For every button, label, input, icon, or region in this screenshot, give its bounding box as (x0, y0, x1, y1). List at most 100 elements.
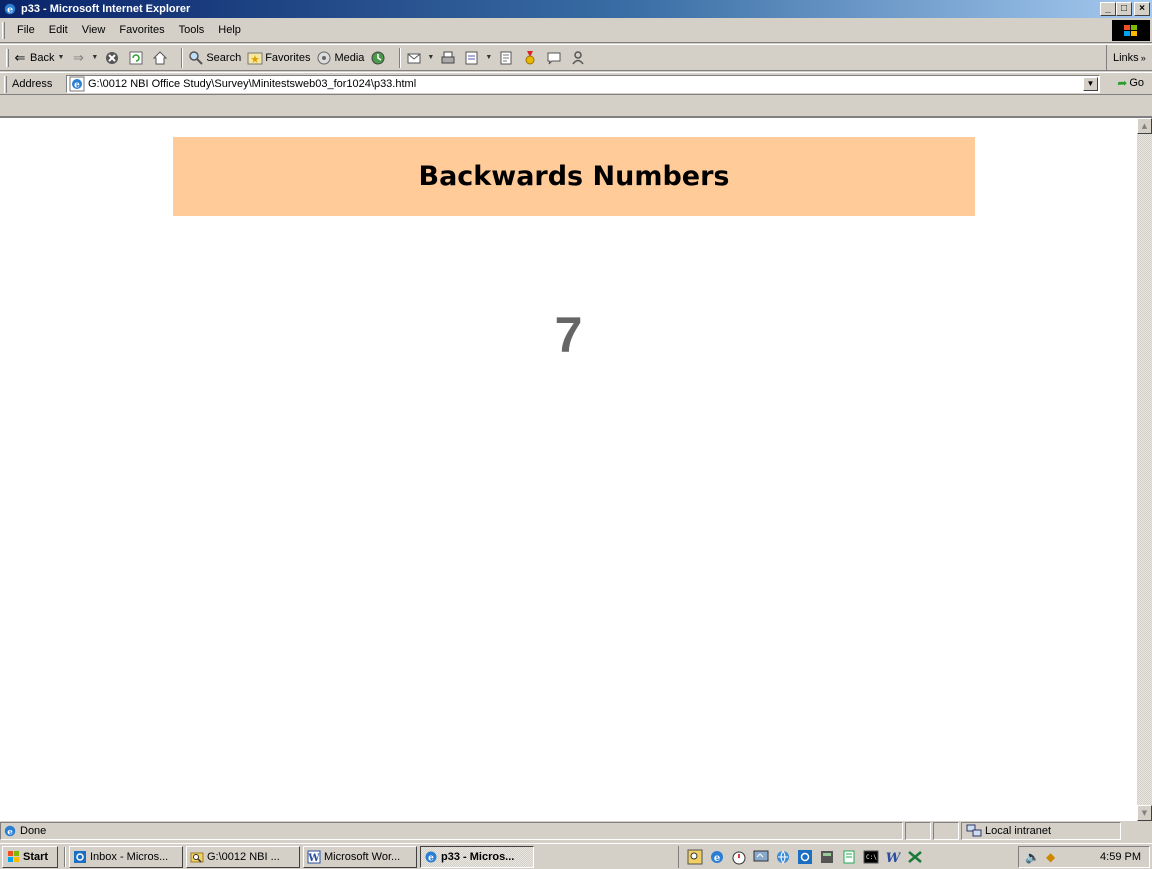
page-heading: Backwards Numbers (418, 161, 730, 192)
medal-icon (525, 50, 535, 64)
desktop-icon[interactable] (753, 849, 769, 865)
task-ie-p33[interactable]: e p33 - Micros... (420, 845, 534, 868)
taskbar-separator (64, 846, 66, 867)
menu-file[interactable]: File (10, 24, 42, 36)
back-button[interactable]: ⇐ Back ▼ (12, 50, 65, 66)
task-explorer-search[interactable]: G:\0012 NBI ... (186, 845, 300, 868)
chevron-right-icon[interactable]: » (1141, 53, 1146, 63)
ie-icon: e (4, 3, 16, 16)
home-icon (153, 50, 168, 64)
menu-tools[interactable]: Tools (172, 24, 212, 36)
taskbar: Start Inbox - Micros... G:\0012 NBI ... … (0, 843, 1152, 869)
windows-logo-icon (1112, 20, 1150, 41)
person-icon (572, 50, 584, 64)
stop-button[interactable] (104, 50, 122, 66)
svg-text:W: W (307, 853, 320, 864)
history-icon (371, 51, 385, 64)
task-label: p33 - Micros... (441, 850, 515, 863)
refresh-icon (129, 51, 143, 64)
discuss-button[interactable] (498, 50, 516, 66)
history-button[interactable] (370, 50, 388, 66)
quick-launch: e C:\ W (678, 846, 923, 868)
address-url[interactable]: G:\0012 NBI Office Study\Survey\Minitest… (88, 78, 416, 90)
address-label: Address (12, 77, 53, 90)
mail-icon (407, 53, 421, 63)
menu-help[interactable]: Help (211, 24, 248, 36)
toolbar-grip[interactable] (6, 49, 9, 67)
edit-button[interactable]: ▼ (464, 50, 492, 66)
task-label: Microsoft Wor... (324, 850, 401, 863)
contacts-button[interactable] (570, 50, 588, 66)
media-icon (317, 51, 331, 64)
forward-button[interactable]: ⇒ ▼ (70, 50, 98, 66)
print-button[interactable] (440, 50, 458, 66)
links-toolbar[interactable]: Links » (1106, 45, 1152, 71)
messenger-button[interactable] (546, 50, 564, 66)
mail-button[interactable]: ▼ (406, 50, 434, 66)
scroll-down-icon[interactable]: ▼ (1137, 805, 1152, 821)
favorites-label: Favorites (265, 51, 311, 64)
status-text-area: e Done (0, 822, 903, 840)
menu-edit[interactable]: Edit (42, 24, 75, 36)
edit-page-icon (465, 51, 478, 64)
calculator-icon[interactable] (819, 849, 835, 865)
favorites-button[interactable]: Favorites (247, 50, 310, 66)
intranet-icon (966, 824, 982, 837)
address-input[interactable]: e G:\0012 NBI Office Study\Survey\Minite… (66, 75, 1100, 93)
go-button[interactable]: ➦ Go (1117, 76, 1144, 90)
print-icon (441, 51, 455, 63)
status-bar: e Done Local intranet (0, 821, 1152, 841)
zone-label: Local intranet (985, 825, 1052, 837)
volume-icon[interactable]: 🔈 (1025, 850, 1040, 864)
toolbar-separator (181, 47, 184, 68)
maximize-button[interactable]: □ (1116, 2, 1132, 16)
chevron-down-icon[interactable]: ▼ (485, 54, 492, 61)
menubar-grip[interactable] (2, 22, 5, 39)
search-button[interactable]: Search (188, 50, 241, 66)
displayed-number: 7 (554, 307, 583, 363)
home-button[interactable] (152, 50, 170, 66)
stop-icon (106, 51, 119, 64)
tray-app-icon[interactable]: ◆ (1046, 850, 1055, 864)
excel-icon[interactable] (907, 849, 923, 865)
scroll-up-icon[interactable]: ▲ (1137, 118, 1152, 134)
task-inbox[interactable]: Inbox - Micros... (69, 845, 183, 868)
addressbar-grip[interactable] (4, 76, 7, 93)
menu-favorites[interactable]: Favorites (112, 24, 171, 36)
notepad-icon[interactable] (841, 849, 857, 865)
address-dropdown-icon[interactable]: ▼ (1083, 77, 1098, 91)
address-bar: Address e G:\0012 NBI Office Study\Surve… (0, 72, 1152, 95)
command-prompt-icon[interactable]: C:\ (863, 849, 879, 865)
research-button[interactable] (522, 50, 540, 66)
outlook-icon (74, 850, 86, 863)
search-icon[interactable] (687, 849, 703, 865)
svg-text:e: e (428, 853, 434, 863)
task-label: G:\0012 NBI ... (207, 850, 280, 863)
go-arrow-icon: ➦ (1117, 76, 1128, 90)
word-icon[interactable]: W (885, 849, 901, 865)
vertical-scrollbar[interactable]: ▲ ▼ (1137, 116, 1152, 821)
media-label: Media (334, 51, 365, 64)
minimize-button[interactable]: _ (1100, 2, 1116, 16)
svg-text:C:\: C:\ (866, 854, 877, 861)
standard-toolbar: ⇐ Back ▼ ⇒ ▼ Search Favorites Media ▼ ▼ (0, 44, 1152, 71)
chevron-down-icon[interactable]: ▼ (427, 54, 434, 61)
task-word[interactable]: W Microsoft Wor... (303, 845, 417, 868)
clock[interactable]: 4:59 PM (1100, 851, 1141, 863)
outlook-icon[interactable] (797, 849, 813, 865)
start-label: Start (23, 850, 49, 863)
globe-icon[interactable] (775, 849, 791, 865)
chevron-down-icon[interactable]: ▼ (91, 54, 98, 61)
ie-icon[interactable]: e (709, 849, 725, 865)
word-icon: W (307, 850, 321, 864)
refresh-button[interactable] (128, 50, 146, 66)
chevron-down-icon[interactable]: ▼ (57, 54, 64, 61)
media-button[interactable]: Media (316, 50, 364, 66)
task-label: Inbox - Micros... (90, 850, 169, 863)
stopwatch-icon[interactable] (731, 849, 747, 865)
menu-view[interactable]: View (75, 24, 113, 36)
start-button[interactable]: Start (2, 845, 58, 868)
links-label[interactable]: Links (1113, 52, 1139, 64)
close-button[interactable]: × (1134, 2, 1150, 16)
document-icon (500, 51, 512, 64)
